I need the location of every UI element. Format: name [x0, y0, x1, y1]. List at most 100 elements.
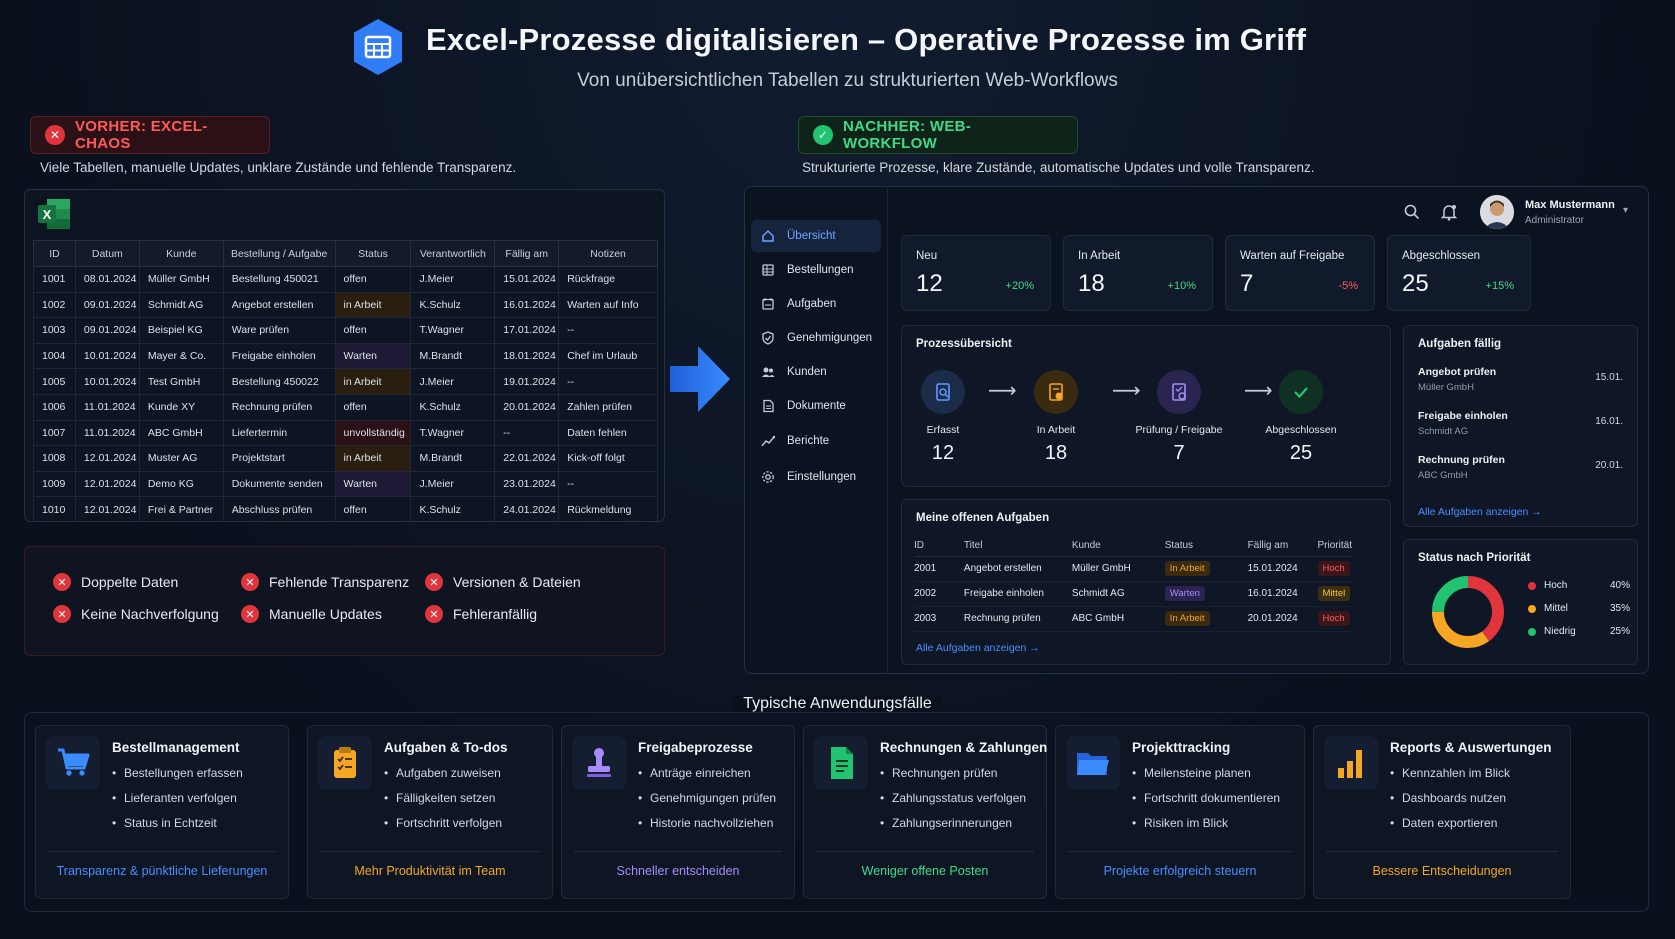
excel-row: 1009 12.01.2024 Demo KG Dokumente senden War…: [33, 470, 658, 498]
arrow-right-icon: ⟶: [988, 380, 1017, 402]
divider: [816, 851, 1034, 852]
sidebar-item-einstellungen[interactable]: Einstellungen: [751, 461, 881, 493]
legend-label: Mittel: [1544, 603, 1568, 614]
process-step-value: 7: [1173, 442, 1185, 464]
excel-row: 1006 11.01.2024 Kunde XY Rechnung prüfen off…: [33, 393, 658, 421]
svg-text:X: X: [43, 207, 52, 222]
excel-cell: Rechnung prüfen: [222, 393, 336, 421]
bell-icon[interactable]: [1440, 203, 1458, 221]
kpi-label: Abgeschlossen: [1402, 250, 1480, 262]
due-task-item[interactable]: Freigabe einholen Schmidt AG 16.01.: [1418, 410, 1623, 437]
task-col-header: Status: [1164, 536, 1248, 557]
tasks-all-link-label: Alle Aufgaben anzeigen: [916, 642, 1027, 654]
sidebar-item-genehmigungen[interactable]: Genehmigungen: [751, 322, 881, 354]
excel-cell: in Arbeit: [334, 368, 412, 395]
arrow-right-icon: ⟶: [1244, 380, 1273, 402]
page-subtitle: Von unübersichtlichen Tabellen zu strukt…: [577, 70, 1118, 91]
problem-item: ✕ Fehleranfällig: [425, 605, 537, 623]
search-icon[interactable]: [1403, 203, 1421, 221]
home-icon: [761, 229, 775, 243]
usecase-list-item: Historie nachvollziehen: [638, 816, 776, 841]
excel-cell: 10.01.2024: [74, 342, 140, 370]
usecase-benefit: Bessere Entscheidungen: [1372, 864, 1512, 878]
sidebar-item-aufgaben[interactable]: Aufgaben: [751, 288, 881, 320]
process-step-value: 18: [1044, 442, 1068, 464]
error-icon: ✕: [45, 125, 65, 145]
invoice-icon: [814, 736, 868, 790]
sidebar-item-dokumente[interactable]: Dokumente: [751, 390, 881, 422]
checkmark-icon: [1279, 370, 1323, 414]
excel-cell: Projektstart: [222, 445, 336, 472]
task-row[interactable]: 2003 Rechnung prüfen ABC GmbH In Arbeit 20.0…: [914, 606, 1352, 632]
excel-col-header: Verantwortlich: [410, 240, 496, 267]
task-row[interactable]: 2001 Angebot erstellen Müller GmbH In Arbei…: [914, 556, 1352, 582]
task-cell: Müller GmbH: [1071, 556, 1165, 582]
usecase-card: Aufgaben & To-dos Aufgaben zuweisenFällig…: [307, 725, 553, 899]
kpi-card: Neu 12 +20%: [901, 235, 1051, 311]
excel-cell: 08.01.2024: [74, 266, 140, 293]
task-cell: Warten: [1164, 581, 1248, 607]
excel-cell: Warten auf Info: [558, 291, 658, 319]
excel-cell: 12.01.2024: [74, 445, 140, 472]
excel-cell: Frei & Partner: [138, 496, 224, 521]
legend-label: Hoch: [1544, 580, 1568, 591]
excel-cell: 22.01.2024: [494, 445, 560, 472]
excel-cell: T.Wagner: [410, 317, 496, 344]
excel-cell: 09.01.2024: [74, 317, 140, 344]
excel-col-header: ID: [33, 240, 76, 267]
sidebar-item-kunden[interactable]: Kunden: [751, 356, 881, 388]
usecase-card: Projekttracking Meilensteine planenFortsc…: [1055, 725, 1305, 899]
excel-cell: offen: [334, 393, 412, 421]
before-badge: ✕ VORHER: EXCEL-CHAOS: [30, 116, 270, 154]
problem-item: ✕ Manuelle Updates: [241, 605, 382, 623]
task-col-header: Fällig am: [1247, 536, 1318, 557]
avatar[interactable]: [1480, 195, 1514, 229]
due-task-customer: Schmidt AG: [1418, 426, 1469, 437]
usecase-list-item: Zahlungsstatus verfolgen: [880, 791, 1026, 816]
excel-cell: in Arbeit: [334, 445, 412, 472]
excel-cell: J.Meier: [410, 266, 496, 293]
task-cell: Schmidt AG: [1071, 581, 1165, 607]
sidebar-item-berichte[interactable]: Berichte: [751, 425, 881, 457]
usecase-list-item: Kennzahlen im Blick: [1390, 766, 1510, 791]
excel-cell: Bestellung 450022: [222, 368, 336, 395]
process-step: Erfasst 12: [898, 370, 988, 465]
tasks-all-link[interactable]: Alle Aufgaben anzeigen →: [916, 642, 1040, 654]
excel-cell: 15.01.2024: [494, 266, 560, 293]
sidebar-item-bestellungen[interactable]: Bestellungen: [751, 254, 881, 286]
due-task-item[interactable]: Angebot prüfen Müller GmbH 15.01.: [1418, 366, 1623, 393]
priority-panel: Status nach Priorität Hoch 40% Mittel 35% Ni…: [1403, 539, 1638, 665]
excel-cell: Angebot erstellen: [222, 291, 336, 319]
priority-badge: Hoch: [1317, 611, 1350, 626]
excel-cell: Liefertermin: [222, 419, 336, 447]
excel-cell: 17.01.2024: [494, 317, 560, 344]
table-icon: [761, 263, 775, 277]
excel-cell: K.Schulz: [410, 496, 496, 521]
excel-cell: 11.01.2024: [74, 393, 140, 421]
chevron-down-icon[interactable]: ▾: [1623, 205, 1628, 216]
shield-check-icon: [761, 331, 775, 345]
sidebar-item-label: Übersicht: [787, 230, 836, 242]
clipboard-check-icon: [1157, 370, 1201, 414]
excel-icon: X: [37, 198, 71, 230]
excel-cell: Muster AG: [138, 445, 224, 472]
excel-col-header: Bestellung / Aufgabe: [222, 240, 336, 267]
usecase-list-item: Fortschritt dokumentieren: [1132, 791, 1280, 816]
usecase-list-item: Meilensteine planen: [1132, 766, 1280, 791]
excel-cell: Dokumente senden: [222, 470, 336, 498]
problem-item: ✕ Doppelte Daten: [53, 573, 178, 591]
usecases-title: Typische Anwendungsfälle: [733, 695, 942, 712]
usecase-list: Bestellungen erfassenLieferanten verfolg…: [112, 766, 243, 841]
excel-cell: 1002: [33, 291, 76, 319]
excel-cell: offen: [334, 496, 412, 521]
due-all-link[interactable]: Alle Aufgaben anzeigen →: [1418, 506, 1542, 518]
due-task-item[interactable]: Rechnung prüfen ABC GmbH 20.01.: [1418, 454, 1623, 481]
clipboard-icon: [318, 736, 372, 790]
sidebar-item-übersicht[interactable]: Übersicht: [751, 220, 881, 252]
usecase-list-item: Fälligkeiten setzen: [384, 791, 502, 816]
usecase-list-item: Anträge einreichen: [638, 766, 776, 791]
task-row[interactable]: 2002 Freigabe einholen Schmidt AG Warten 16.…: [914, 581, 1352, 607]
excel-cell: Ware prüfen: [222, 317, 336, 344]
usecase-list: Meilensteine planenFortschritt dokumenti…: [1132, 766, 1280, 841]
excel-col-header: Fällig am: [494, 240, 560, 267]
